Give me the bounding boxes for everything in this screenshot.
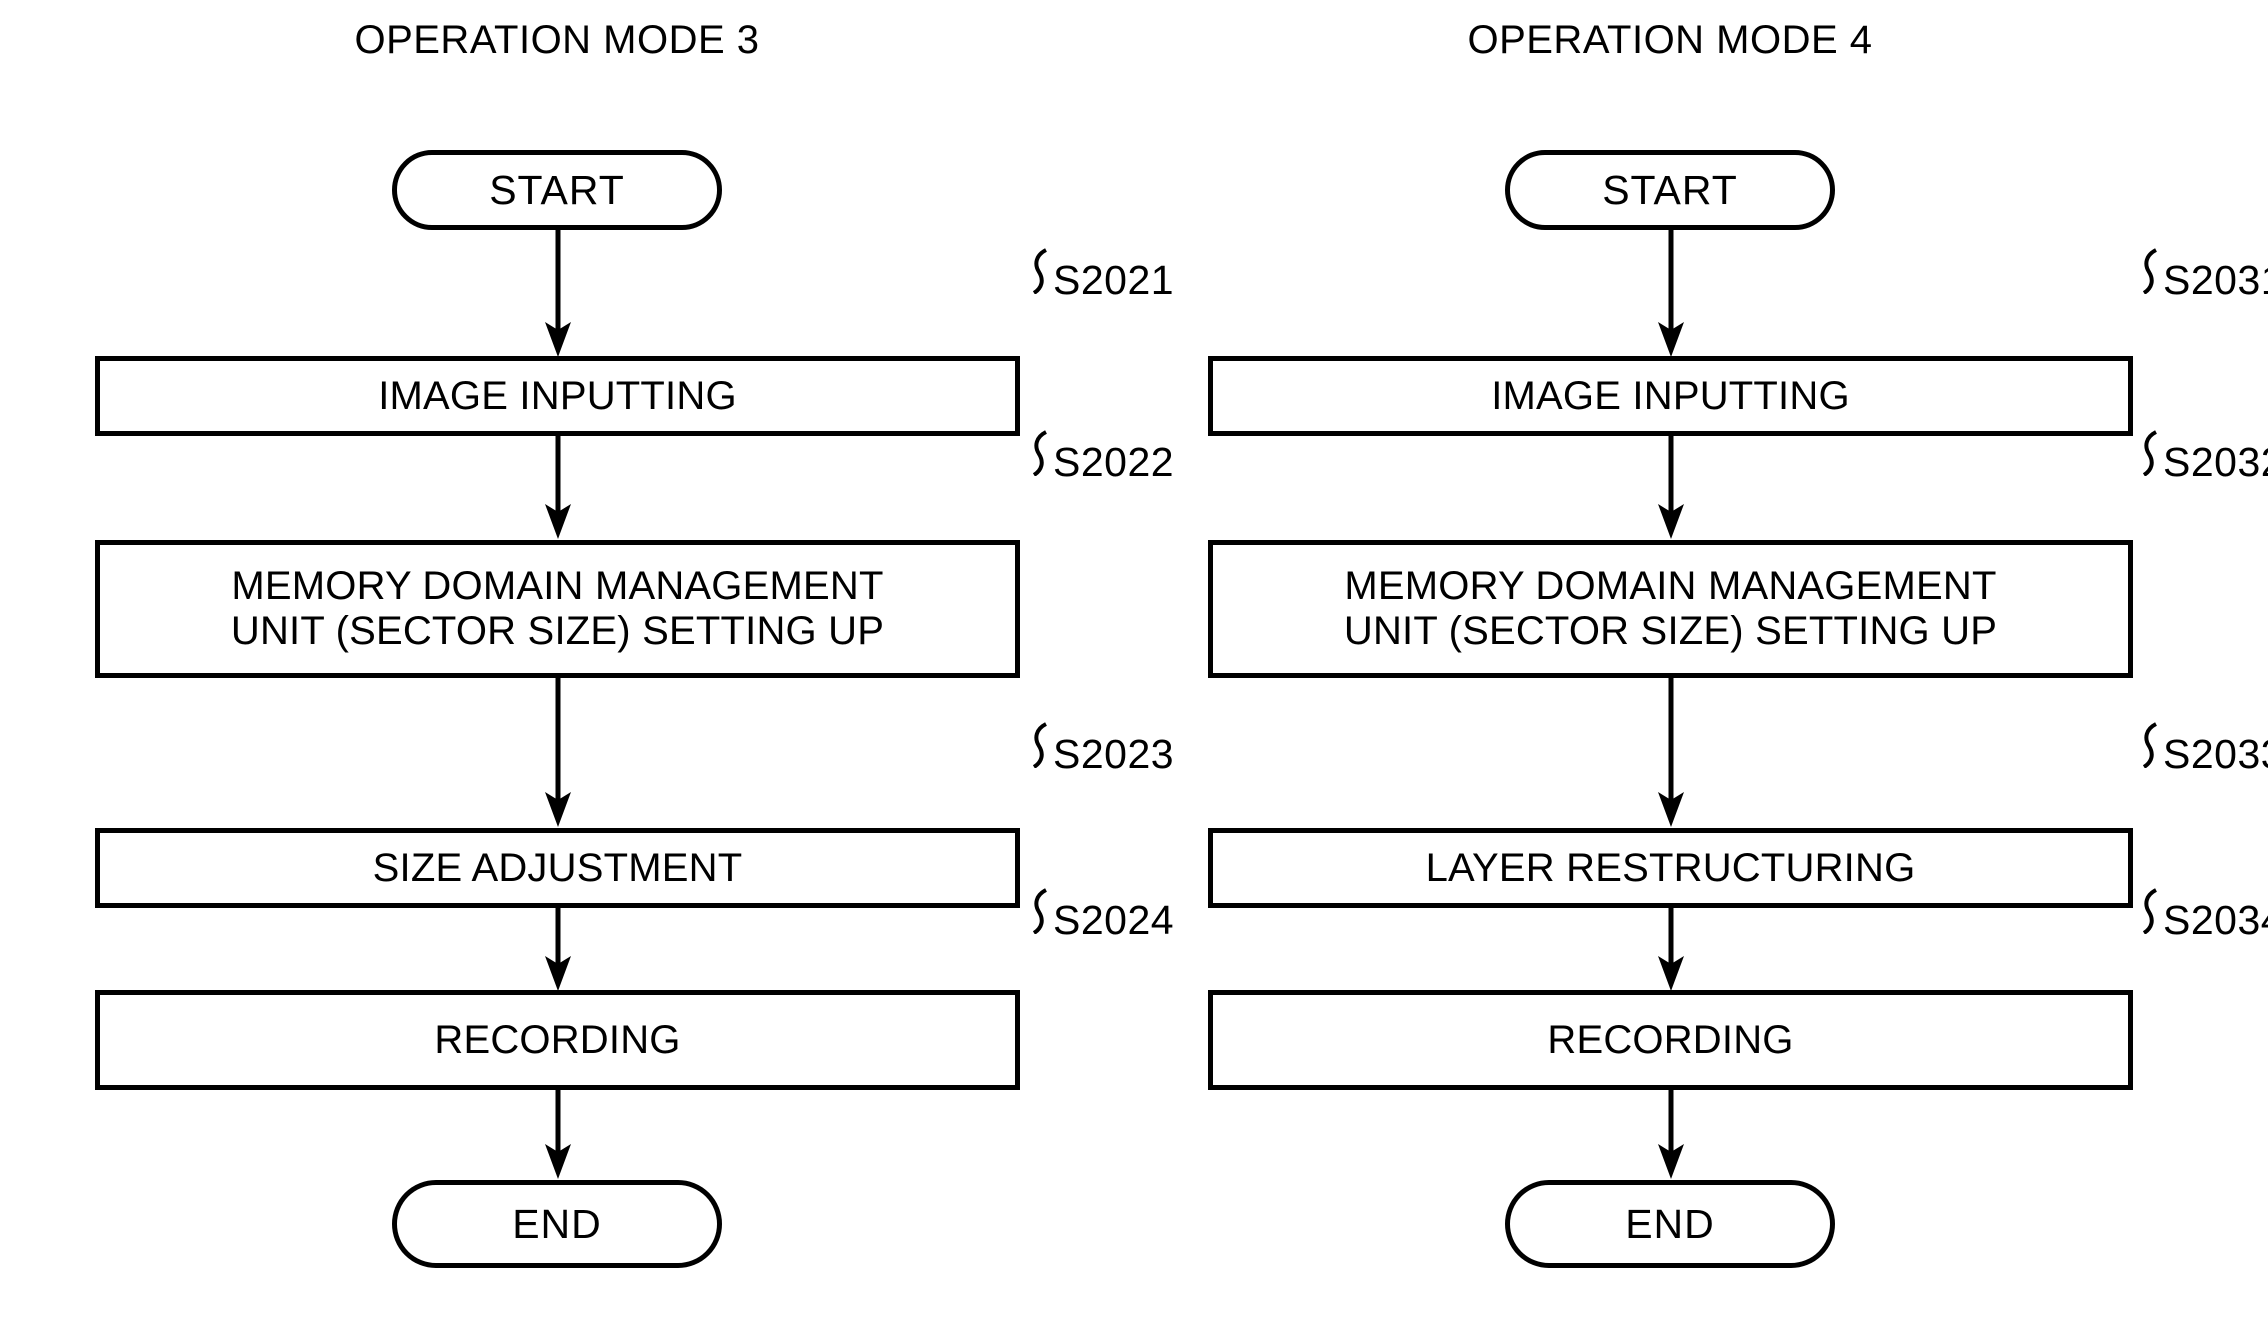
terminator-start-mode4: START (1505, 150, 1835, 230)
squiggle-leader-icon (2140, 430, 2162, 483)
step-label-text-S2024: S2024 (1053, 897, 1175, 943)
process-box-S2024: RECORDING (95, 990, 1020, 1090)
terminator-end-mode4: END (1505, 1180, 1835, 1268)
squiggle-leader-icon (1030, 722, 1052, 775)
squiggle-leader-icon (1030, 248, 1052, 301)
connector-step1-to-step2-mode3 (540, 436, 576, 540)
terminator-end-label-mode3: END (512, 1200, 602, 1247)
process-text-S2034: RECORDING (1547, 1017, 1794, 1062)
connector-step3-to-step4-mode4 (1653, 908, 1689, 992)
process-box-S2034: RECORDING (1208, 990, 2133, 1090)
step-label-S2034: S2034 (2140, 888, 2268, 941)
process-text-S2033: LAYER RESTRUCTURING (1425, 845, 1916, 890)
step-label-S2032: S2032 (2140, 430, 2268, 483)
process-text-S2022-line2: UNIT (SECTOR SIZE) SETTING UP (230, 609, 885, 653)
column-title-mode4: OPERATION MODE 4 (1467, 18, 1873, 62)
step-label-text-S2021: S2021 (1053, 257, 1175, 303)
connector-step1-to-step2-mode4 (1653, 436, 1689, 540)
step-label-text-S2023: S2023 (1053, 731, 1175, 777)
connector-step2-to-step3-mode4 (1653, 678, 1689, 828)
process-text-S2024: RECORDING (434, 1017, 681, 1062)
process-text-S2023: SIZE ADJUSTMENT (372, 845, 743, 890)
terminator-end-label-mode4: END (1625, 1200, 1715, 1247)
terminator-start-label-mode3: START (489, 166, 625, 213)
squiggle-leader-icon (2140, 722, 2162, 775)
terminator-start-mode3: START (392, 150, 722, 230)
step-label-S2033: S2033 (2140, 722, 2268, 775)
squiggle-leader-icon (2140, 248, 2162, 301)
step-label-S2021: S2021 (1030, 248, 1174, 301)
process-box-S2031: IMAGE INPUTTING (1208, 356, 2133, 436)
step-label-text-S2022: S2022 (1053, 439, 1175, 485)
step-label-text-S2031: S2031 (2163, 257, 2268, 303)
process-box-S2022: MEMORY DOMAIN MANAGEMENT UNIT (SECTOR SI… (95, 540, 1020, 678)
squiggle-leader-icon (2140, 888, 2162, 941)
connector-start-to-step1-mode4 (1653, 230, 1689, 358)
process-text-S2022: MEMORY DOMAIN MANAGEMENT UNIT (SECTOR SI… (231, 564, 884, 654)
process-text-S2021: IMAGE INPUTTING (378, 373, 737, 418)
process-box-S2023: SIZE ADJUSTMENT (95, 828, 1020, 908)
process-text-S2032-line1: MEMORY DOMAIN MANAGEMENT (1344, 564, 1997, 609)
process-text-S2022-line1: MEMORY DOMAIN MANAGEMENT (231, 564, 884, 609)
terminator-end-mode3: END (392, 1180, 722, 1268)
connector-step2-to-step3-mode3 (540, 678, 576, 828)
connector-step3-to-step4-mode3 (540, 908, 576, 992)
connector-step4-to-end-mode4 (1653, 1090, 1689, 1180)
step-label-text-S2032: S2032 (2163, 439, 2268, 485)
step-label-S2031: S2031 (2140, 248, 2268, 301)
step-label-S2022: S2022 (1030, 430, 1174, 483)
step-label-S2023: S2023 (1030, 722, 1174, 775)
step-label-text-S2034: S2034 (2163, 897, 2268, 943)
connector-step4-to-end-mode3 (540, 1090, 576, 1180)
squiggle-leader-icon (1030, 430, 1052, 483)
step-label-S2024: S2024 (1030, 888, 1174, 941)
process-box-S2032: MEMORY DOMAIN MANAGEMENT UNIT (SECTOR SI… (1208, 540, 2133, 678)
process-box-S2021: IMAGE INPUTTING (95, 356, 1020, 436)
process-text-S2032-line2: UNIT (SECTOR SIZE) SETTING UP (1343, 609, 1998, 653)
flowchart-figure: OPERATION MODE 3 START S2021 IMAGE INPUT… (0, 0, 2268, 1335)
process-box-S2033: LAYER RESTRUCTURING (1208, 828, 2133, 908)
process-text-S2031: IMAGE INPUTTING (1491, 373, 1850, 418)
process-text-S2032: MEMORY DOMAIN MANAGEMENT UNIT (SECTOR SI… (1344, 564, 1997, 654)
connector-start-to-step1-mode3 (540, 230, 576, 358)
squiggle-leader-icon (1030, 888, 1052, 941)
step-label-text-S2033: S2033 (2163, 731, 2268, 777)
terminator-start-label-mode4: START (1602, 166, 1738, 213)
column-title-mode3: OPERATION MODE 3 (354, 18, 760, 62)
